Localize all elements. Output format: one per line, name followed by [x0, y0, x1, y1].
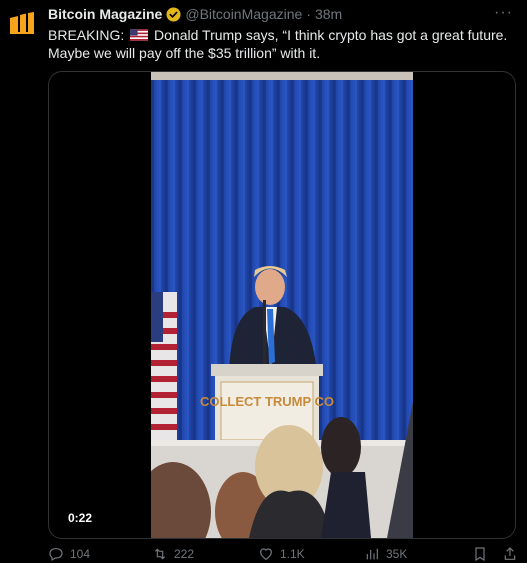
- separator-dot: ·: [306, 6, 311, 22]
- tweet-actions: 104 222 1.1K 35K: [48, 546, 520, 563]
- like-count: 1.1K: [280, 547, 305, 561]
- video-duration: 0:22: [63, 510, 98, 526]
- heart-icon: [260, 548, 272, 561]
- tweet-header: Bitcoin Magazine @BitcoinMagazine · 38m: [48, 6, 342, 22]
- podium-sign-text: COLLECT TRUMP CO: [200, 394, 334, 409]
- reply-count: 104: [70, 547, 91, 561]
- bitcoin-magazine-logo-icon: [10, 12, 34, 34]
- bookmark-button[interactable]: [472, 546, 488, 562]
- reply-button[interactable]: 104: [48, 546, 90, 562]
- us-flag-icon: [130, 29, 149, 41]
- view-count: 35K: [386, 547, 408, 561]
- like-button[interactable]: 1.1K: [258, 546, 305, 562]
- reply-icon: [49, 548, 63, 562]
- video-frame: COLLECT TRUMP CO: [151, 72, 413, 538]
- share-icon: [504, 547, 516, 560]
- more-options-icon[interactable]: ···: [494, 4, 513, 22]
- author-name[interactable]: Bitcoin Magazine: [48, 6, 162, 22]
- timestamp[interactable]: 38m: [315, 6, 342, 22]
- avatar[interactable]: [8, 12, 38, 34]
- repost-button[interactable]: 222: [152, 546, 194, 562]
- video-still-image: COLLECT TRUMP CO: [151, 72, 413, 538]
- views-chart-icon: [366, 548, 378, 560]
- video-player[interactable]: COLLECT TRUMP CO 0:22: [48, 71, 516, 539]
- verified-badge-icon: [166, 6, 181, 22]
- repost-icon: [154, 548, 166, 560]
- views-button[interactable]: 35K: [364, 546, 407, 562]
- tweet[interactable]: Bitcoin Magazine @BitcoinMagazine · 38m …: [0, 0, 527, 563]
- repost-count: 222: [174, 547, 195, 561]
- tweet-text: BREAKING: Donald Trump says, “I think cr…: [48, 26, 513, 62]
- share-button[interactable]: [502, 546, 518, 562]
- bookmark-icon: [475, 547, 485, 562]
- tweet-text-prefix: BREAKING:: [48, 27, 125, 43]
- author-handle[interactable]: @BitcoinMagazine: [185, 6, 302, 22]
